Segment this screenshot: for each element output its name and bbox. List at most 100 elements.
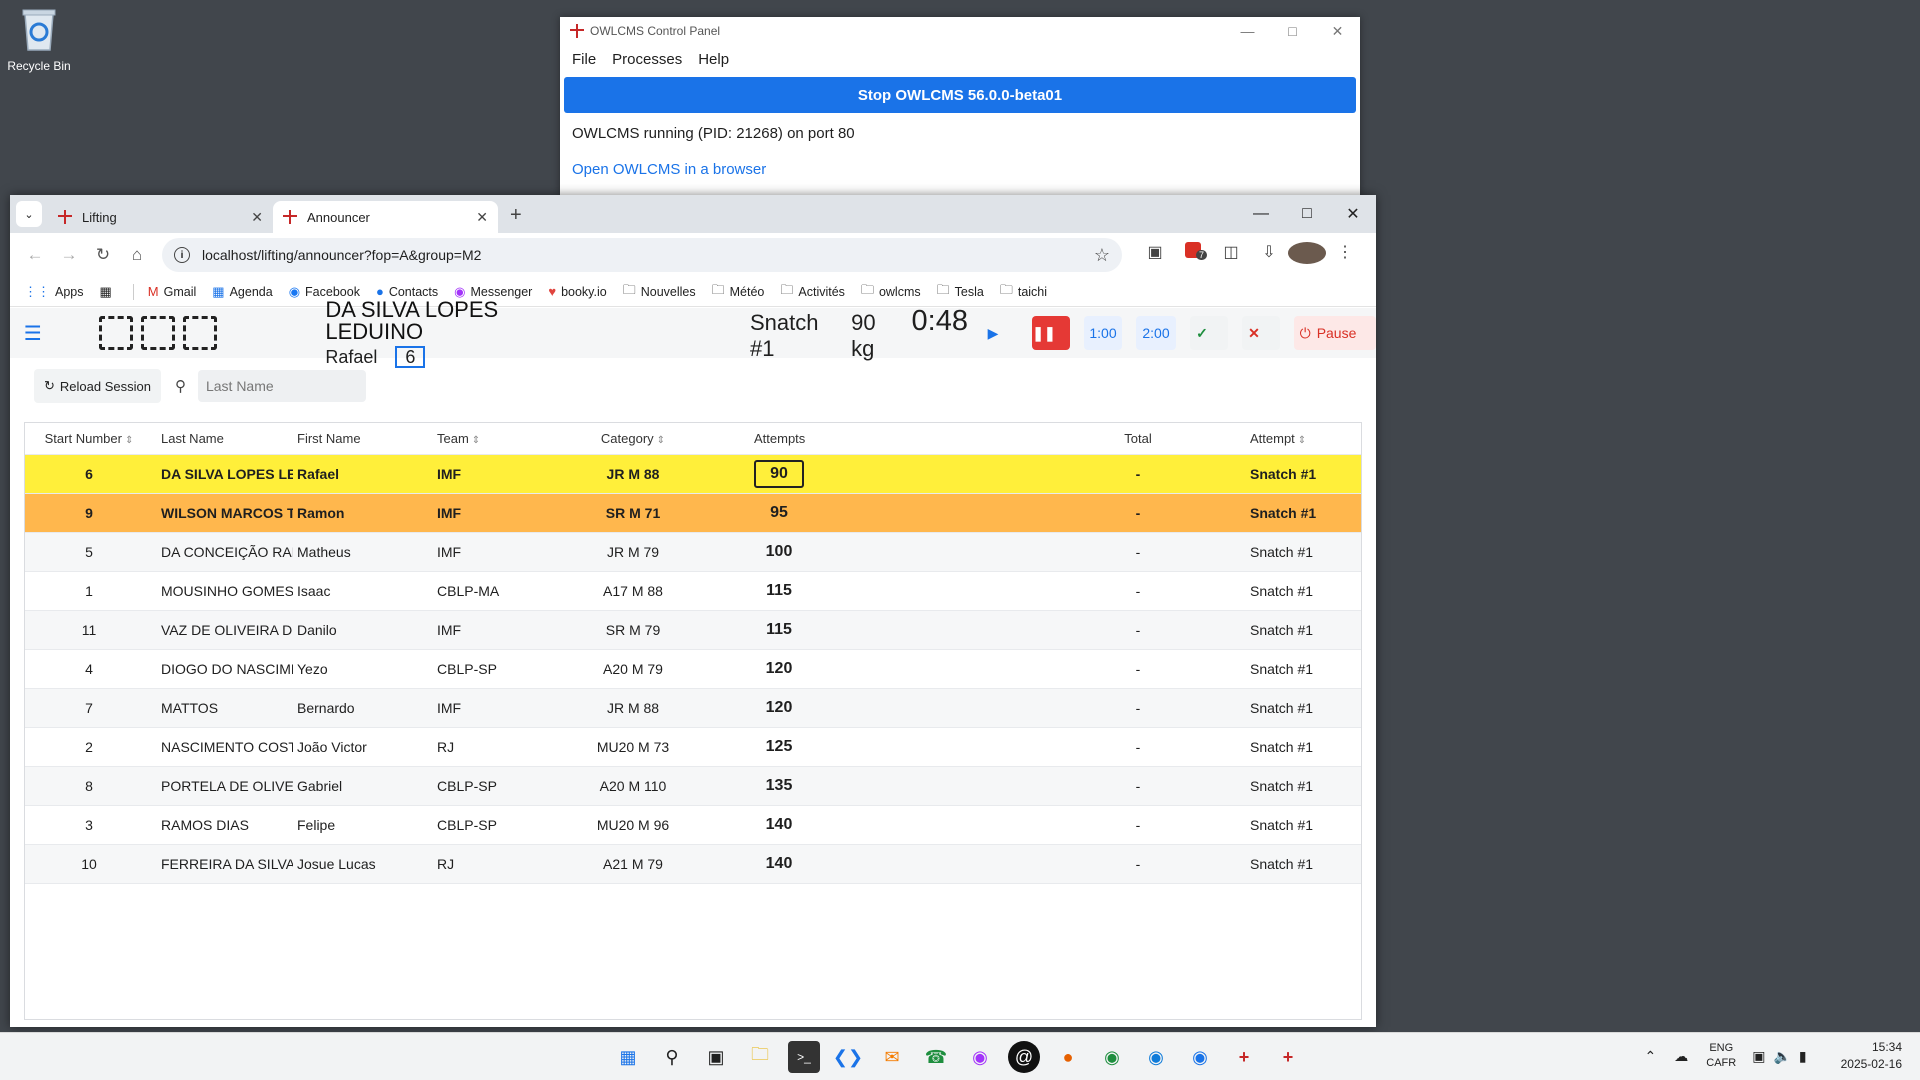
- recycle-bin-shortcut[interactable]: Recycle Bin: [4, 6, 74, 73]
- task-view-icon[interactable]: ▣: [700, 1041, 732, 1073]
- reset-1min-button[interactable]: 1:00: [1084, 316, 1122, 350]
- cell-attempts[interactable]: 135: [708, 777, 1088, 795]
- cell-attempts[interactable]: 125: [708, 738, 1088, 756]
- firefox-icon[interactable]: ●: [1052, 1041, 1084, 1073]
- reset-2min-button[interactable]: 2:00: [1136, 316, 1176, 350]
- chrome-profile-icon[interactable]: ◉: [1184, 1041, 1216, 1073]
- cell-attempts[interactable]: 115: [708, 621, 1088, 639]
- table-row[interactable]: 4 DIOGO DO NASCIMENYezo CBLP-SP A20 M 79 120…: [25, 650, 1361, 689]
- table-row[interactable]: 5 DA CONCEIÇÃO RAM Matheus IMF JR M 79 100 - Sn…: [25, 533, 1361, 572]
- close-tab-icon[interactable]: ✕: [251, 209, 263, 226]
- address-bar[interactable]: i localhost/lifting/announcer?fop=A&grou…: [162, 238, 1122, 272]
- network-icon[interactable]: ▣: [1752, 1048, 1765, 1065]
- site-info-icon[interactable]: i: [174, 247, 190, 263]
- menu-file[interactable]: File: [568, 51, 608, 68]
- maximize-button[interactable]: □: [1270, 23, 1315, 40]
- cell-attempts[interactable]: 100: [708, 543, 1088, 561]
- extensions-puzzle-icon[interactable]: ◫: [1212, 242, 1250, 269]
- tab-search-button[interactable]: ⌄: [16, 201, 42, 227]
- chrome-icon[interactable]: ◉: [1096, 1041, 1128, 1073]
- table-row[interactable]: 1 MOUSINHO GOMES CIsaac CBLP-MA A17 M 88 115…: [25, 572, 1361, 611]
- download-icon[interactable]: ⇩: [1250, 242, 1288, 269]
- profile-avatar[interactable]: [1288, 241, 1326, 269]
- column-team[interactable]: Team ⇕: [433, 431, 558, 446]
- minimize-button[interactable]: —: [1238, 205, 1284, 223]
- close-tab-icon[interactable]: ✕: [476, 209, 488, 226]
- onedrive-cloud-icon[interactable]: ☁: [1674, 1048, 1688, 1065]
- bookmark-folder-tesla[interactable]: 🗀 Tesla: [937, 281, 984, 303]
- last-name-search-input[interactable]: [197, 370, 366, 402]
- minimize-button[interactable]: —: [1225, 23, 1270, 40]
- close-button[interactable]: ✕: [1330, 204, 1376, 224]
- input-language[interactable]: ENG CAFR: [1706, 1041, 1736, 1071]
- tab-announcer[interactable]: Announcer ✕: [273, 201, 498, 233]
- bookmark-star-icon[interactable]: ☆: [1094, 245, 1110, 266]
- column-category[interactable]: Category ⇕: [558, 431, 708, 446]
- stop-owlcms-button[interactable]: Stop OWLCMS 56.0.0-beta01: [564, 77, 1356, 113]
- bookmark-folder-owlcms[interactable]: 🗀 owlcms: [861, 281, 921, 303]
- no-lift-button[interactable]: ✕: [1242, 316, 1280, 350]
- maximize-button[interactable]: □: [1284, 205, 1330, 223]
- mail-icon[interactable]: ✉: [876, 1041, 908, 1073]
- menu-processes[interactable]: Processes: [608, 51, 694, 68]
- cell-attempts[interactable]: 90: [708, 460, 1088, 488]
- back-arrow-icon[interactable]: ←: [18, 245, 52, 265]
- bookmark-agenda[interactable]: ▦ Agenda: [212, 284, 272, 300]
- more-menu-icon[interactable]: ⋮: [1326, 242, 1364, 269]
- bookmark-folder-nouvelles[interactable]: 🗀 Nouvelles: [623, 281, 696, 303]
- good-lift-button[interactable]: ✓: [1190, 316, 1228, 350]
- screen-capture-icon[interactable]: ▣: [1136, 242, 1174, 269]
- bookmark-apps[interactable]: ⋮⋮ Apps: [24, 284, 84, 300]
- volume-icon[interactable]: 🔈: [1773, 1048, 1790, 1065]
- bookmark-folder-taichi[interactable]: 🗀 taichi: [1000, 281, 1047, 303]
- open-in-browser-link[interactable]: Open OWLCMS in a browser: [560, 142, 1360, 178]
- home-icon[interactable]: ⌂: [120, 245, 154, 265]
- hamburger-menu-icon[interactable]: ☰: [14, 321, 51, 346]
- search-icon[interactable]: ⚲: [656, 1041, 688, 1073]
- forward-arrow-icon[interactable]: →: [52, 245, 86, 265]
- cell-attempts[interactable]: 120: [708, 660, 1088, 678]
- bookmark-grid[interactable]: ▦: [100, 284, 117, 300]
- menu-help[interactable]: Help: [694, 51, 741, 68]
- show-hidden-icons-chevron-icon[interactable]: ⌃: [1645, 1048, 1657, 1065]
- owlcms-app-icon-2[interactable]: +: [1272, 1041, 1304, 1073]
- table-row[interactable]: 8 PORTELA DE OLIVEIRAGabriel CBLP-SP A20 M …: [25, 767, 1361, 806]
- owlcms-app-icon[interactable]: +: [1228, 1041, 1260, 1073]
- taskbar-clock[interactable]: 15:34 2025-02-16: [1841, 1039, 1902, 1073]
- column-start-number[interactable]: Start Number ⇕: [25, 431, 153, 446]
- battery-icon[interactable]: ▮: [1799, 1048, 1807, 1065]
- edge-icon[interactable]: ◉: [1140, 1041, 1172, 1073]
- table-row[interactable]: 3 RAMOS DIAS Felipe CBLP-SP MU20 M 96 140 - Sna…: [25, 806, 1361, 845]
- pause-competition-button[interactable]: ⏻ Pause: [1294, 316, 1376, 350]
- table-row[interactable]: 10 FERREIRA DA SILVA Josue Lucas RJ A21 M 79…: [25, 845, 1361, 884]
- threads-icon[interactable]: @: [1008, 1041, 1040, 1073]
- reload-session-button[interactable]: ↻ Reload Session: [34, 369, 161, 403]
- cell-attempts[interactable]: 120: [708, 699, 1088, 717]
- start-clock-button[interactable]: ▶: [982, 316, 1018, 350]
- table-row[interactable]: 11 VAZ DE OLIVEIRA DE SDanilo IMF SR M 79 11…: [25, 611, 1361, 650]
- whatsapp-icon[interactable]: ☎: [920, 1041, 952, 1073]
- table-row[interactable]: 9 WILSON MARCOS TC Ramon IMF SR M 71 95 - Snatc…: [25, 494, 1361, 533]
- column-attempt[interactable]: Attempt ⇕: [1188, 431, 1338, 446]
- bookmark-booky[interactable]: ♥ booky.io: [548, 284, 606, 299]
- messenger-icon[interactable]: ◉: [964, 1041, 996, 1073]
- windows-start-icon[interactable]: ▦: [612, 1041, 644, 1073]
- new-tab-button[interactable]: +: [498, 204, 534, 233]
- cell-attempts[interactable]: 140: [708, 816, 1088, 834]
- terminal-icon[interactable]: >_: [788, 1041, 820, 1073]
- extension-badge-icon[interactable]: 7: [1174, 241, 1212, 269]
- file-explorer-icon[interactable]: 🗀: [744, 1041, 776, 1073]
- vscode-icon[interactable]: ❮❯: [832, 1041, 864, 1073]
- reload-icon[interactable]: ↻: [86, 245, 120, 265]
- close-button[interactable]: ✕: [1315, 23, 1360, 40]
- bookmark-folder-activites[interactable]: 🗀 Activités: [780, 281, 845, 303]
- cell-attempts[interactable]: 115: [708, 582, 1088, 600]
- table-row[interactable]: 6 DA SILVA LOPES LED Rafael IMF JR M 88 90 - Sn…: [25, 455, 1361, 494]
- tab-lifting[interactable]: Lifting ✕: [48, 201, 273, 233]
- cell-attempts[interactable]: 95: [708, 504, 1088, 522]
- bookmark-gmail[interactable]: M Gmail: [148, 284, 197, 299]
- table-row[interactable]: 7 MATTOS Bernardo IMF JR M 88 120 - Snatch #1: [25, 689, 1361, 728]
- bookmark-folder-meteo[interactable]: 🗀 Météo: [712, 281, 765, 303]
- stop-clock-button[interactable]: ❚❚: [1032, 316, 1070, 350]
- cell-attempts[interactable]: 140: [708, 855, 1088, 873]
